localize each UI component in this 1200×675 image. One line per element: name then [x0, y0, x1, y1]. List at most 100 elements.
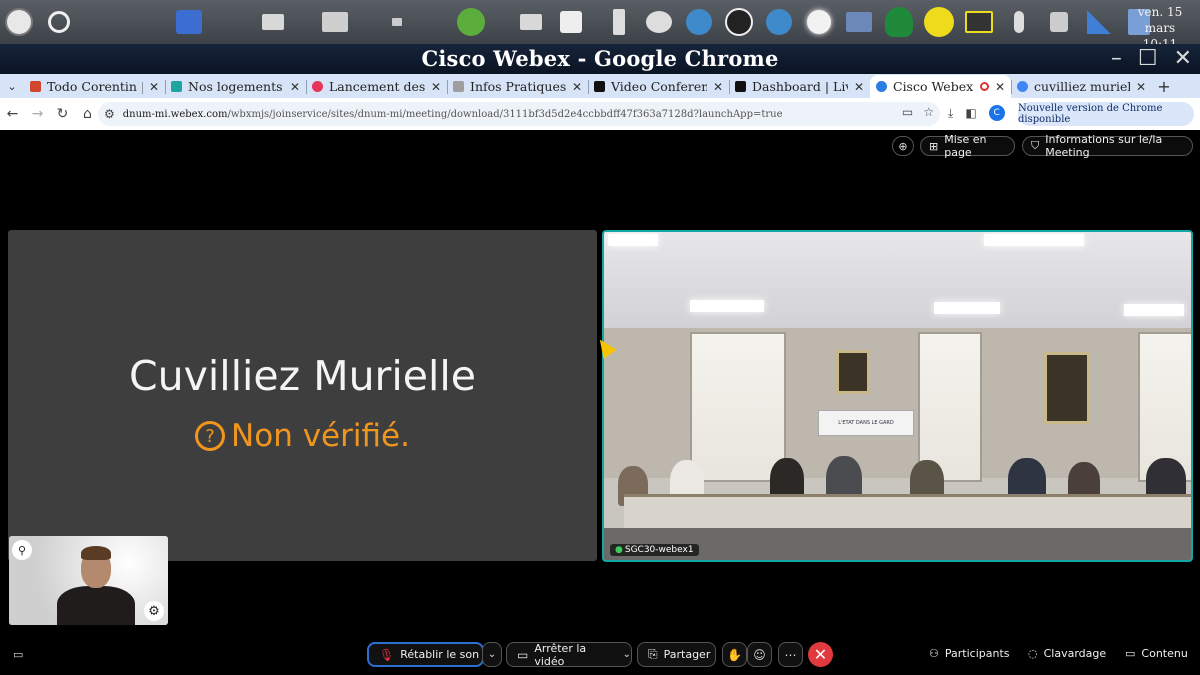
- raise-hand-button[interactable]: ✋: [722, 642, 747, 667]
- tab-label: Video Conferenci: [611, 79, 707, 94]
- reload-icon[interactable]: ↻: [50, 106, 75, 122]
- participant-tile[interactable]: Cuvilliez Murielle ? Non vérifié.: [8, 230, 597, 561]
- shield-icon: ⛉: [1031, 139, 1040, 152]
- tab-close-icon[interactable]: ✕: [995, 80, 1005, 94]
- site-info-icon[interactable]: ⚙: [104, 107, 115, 121]
- user-icon[interactable]: [882, 4, 916, 40]
- magnifier-icon[interactable]: [42, 4, 76, 40]
- tab[interactable]: Lancement des n ✕: [306, 75, 447, 98]
- download-icon[interactable]: ⤓: [948, 106, 953, 121]
- printer2-icon[interactable]: [514, 4, 548, 40]
- reactions-button[interactable]: ☺: [747, 642, 772, 667]
- tab-favicon-icon: [312, 81, 323, 92]
- unmute-label: Rétablir le son: [400, 648, 480, 661]
- window-icon[interactable]: [380, 4, 414, 40]
- maximize-icon[interactable]: ☐: [1138, 46, 1158, 71]
- forward-icon[interactable]: →: [25, 106, 50, 122]
- tab-close-icon[interactable]: ✕: [431, 80, 441, 94]
- zoom-icon[interactable]: ⊕: [892, 136, 914, 156]
- new-tab-button[interactable]: +: [1152, 76, 1176, 98]
- tab-favicon-icon: [453, 81, 464, 92]
- settings-gear-icon[interactable]: ⚙: [144, 601, 164, 621]
- signal-icon[interactable]: [1082, 4, 1116, 40]
- warning-icon[interactable]: [922, 4, 956, 40]
- profile-avatar[interactable]: C: [988, 105, 1005, 121]
- minimize-icon[interactable]: –: [1111, 46, 1122, 71]
- app-menu-icon[interactable]: [2, 4, 36, 40]
- tab-close-icon[interactable]: ✕: [572, 80, 582, 94]
- tab-search-chevron-icon[interactable]: ⌄: [0, 74, 24, 98]
- url-text[interactable]: dnum-mi.webex.com/wbxmjs/joinservice/sit…: [123, 109, 783, 120]
- more-options-button[interactable]: ⋯: [778, 642, 803, 667]
- self-view-body: [57, 586, 135, 625]
- share-screen-icon: ⎘: [648, 647, 658, 661]
- tab-close-icon[interactable]: ✕: [1136, 80, 1146, 94]
- share-button[interactable]: ⎘ Partager: [637, 642, 716, 667]
- camera-permission-icon[interactable]: ▭: [902, 105, 913, 119]
- tab-active[interactable]: Cisco Webex ✕: [870, 75, 1011, 98]
- more-icon: ⋯: [784, 647, 797, 662]
- mic-on-icon: ●: [615, 545, 623, 555]
- clock-date: ven. 15 mars: [1137, 5, 1183, 35]
- bookmark-star-icon[interactable]: ☆: [923, 105, 934, 119]
- webex-favicon-icon: [876, 81, 887, 92]
- chart-icon[interactable]: [172, 4, 206, 40]
- sun-icon[interactable]: [802, 4, 836, 40]
- side-panel-icon[interactable]: ◧: [965, 106, 976, 120]
- google-favicon-icon: [1017, 81, 1028, 92]
- unmute-button[interactable]: 🎙 Rétablir le son: [367, 642, 484, 667]
- tab-favicon-icon: [30, 81, 41, 92]
- globe-icon[interactable]: [682, 4, 716, 40]
- tab[interactable]: cuvilliez murielle ✕: [1011, 75, 1152, 98]
- tab[interactable]: Dashboard | Live ✕: [729, 75, 870, 98]
- address-bar[interactable]: ⚙ dnum-mi.webex.com/wbxmjs/joinservice/s…: [98, 102, 940, 126]
- tab[interactable]: Todo Corentin | T ✕: [24, 75, 165, 98]
- audio-options-chevron-icon[interactable]: ⌄: [482, 642, 502, 667]
- leave-meeting-button[interactable]: ✕: [808, 642, 833, 667]
- chat-button[interactable]: ◌ Clavardage: [1028, 647, 1106, 660]
- url-host: dnum-mi.webex.com: [122, 108, 228, 120]
- room-name-label: ● SGC30-webex1: [610, 544, 699, 556]
- globe2-icon[interactable]: [762, 4, 796, 40]
- mic-icon[interactable]: [1002, 4, 1036, 40]
- stop-video-button[interactable]: ▭ Arrêter la vidéo ⌄: [506, 642, 632, 668]
- tab-label: Lancement des n: [329, 79, 425, 94]
- layout-button[interactable]: ⊞ Mise en page: [920, 133, 1015, 159]
- tab-close-icon[interactable]: ✕: [290, 80, 300, 94]
- meeting-info-button[interactable]: ⛉ Informations sur le/la Meeting: [1022, 133, 1193, 159]
- close-icon[interactable]: ✕: [1174, 46, 1192, 71]
- url-path: /wbxmjs/joinservice/sites/dnum-mi/meetin…: [227, 108, 783, 120]
- speaker-icon[interactable]: [1042, 4, 1076, 40]
- video-options-chevron-icon[interactable]: ⌄: [623, 649, 631, 660]
- window-titlebar[interactable]: Cisco Webex - Google Chrome – ☐ ✕: [0, 44, 1200, 74]
- tab-close-icon[interactable]: ✕: [713, 80, 723, 94]
- home-icon[interactable]: ⌂: [75, 106, 100, 122]
- tab[interactable]: Video Conferenci ✕: [588, 75, 729, 98]
- ludo-icon[interactable]: [722, 4, 756, 40]
- content-button[interactable]: ▭ Contenu: [1125, 647, 1188, 660]
- recording-indicator-icon: [979, 82, 989, 91]
- chrome-update-button[interactable]: Nouvelle version de Chrome disponible: [1018, 102, 1194, 126]
- pin-icon[interactable]: ⚲: [12, 540, 32, 560]
- self-view[interactable]: ⚲ ⚙: [9, 536, 168, 625]
- close-x-icon: ✕: [813, 645, 828, 664]
- tab-close-icon[interactable]: ✕: [854, 80, 864, 94]
- tab-close-icon[interactable]: ✕: [149, 80, 159, 94]
- room-video-tile[interactable]: L'ETAT DANS LE GARD ● SGC30-webex1: [602, 230, 1193, 562]
- back-icon[interactable]: ←: [0, 106, 25, 122]
- keyboard-icon[interactable]: [842, 4, 876, 40]
- scanner-icon[interactable]: [318, 4, 352, 40]
- tab[interactable]: Infos Pratiques - ✕: [447, 75, 588, 98]
- tab[interactable]: Nos logements - ✕: [165, 75, 306, 98]
- participants-button[interactable]: ⚇ Participants: [929, 647, 1010, 660]
- phone-icon[interactable]: [602, 4, 636, 40]
- monitor-icon[interactable]: [962, 4, 996, 40]
- usb-icon[interactable]: [554, 4, 588, 40]
- ceiling-light: [690, 300, 764, 312]
- key-icon[interactable]: [454, 4, 488, 40]
- printer-icon[interactable]: [256, 4, 290, 40]
- system-panel: ven. 15 mars 10:11: [0, 0, 1200, 51]
- captions-icon[interactable]: ▭: [13, 648, 23, 661]
- laptop-icon[interactable]: [642, 4, 676, 40]
- window-title: Cisco Webex - Google Chrome: [421, 46, 779, 71]
